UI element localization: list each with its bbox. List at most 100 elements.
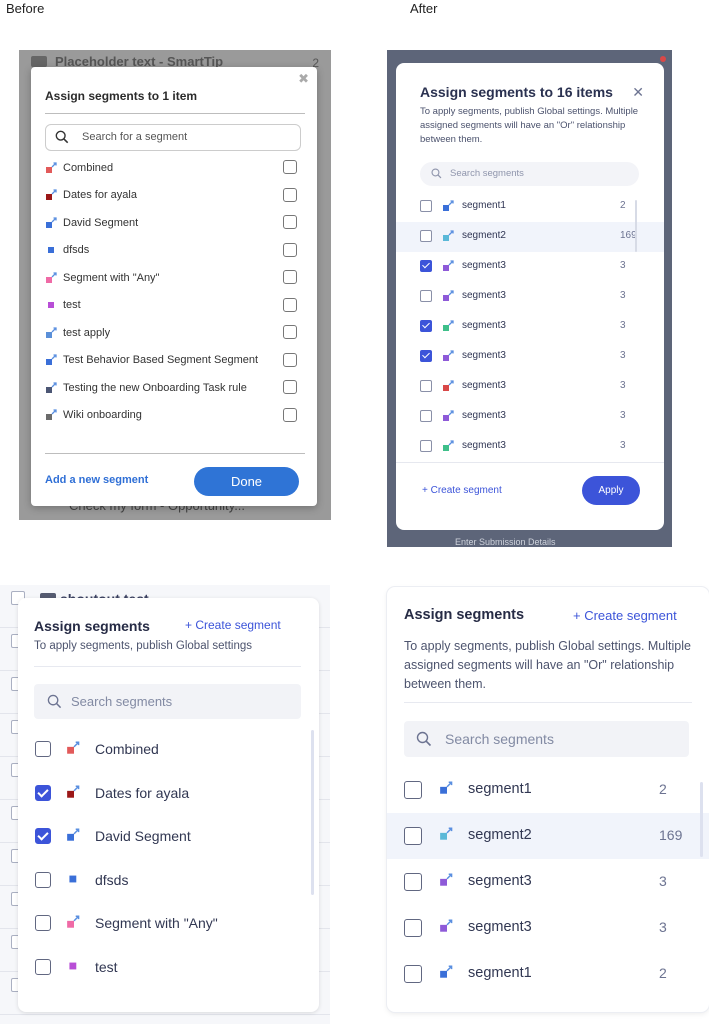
segment-icon — [45, 298, 59, 312]
divider — [396, 462, 664, 463]
scrollbar[interactable] — [635, 200, 637, 252]
search-placeholder: Search segments — [71, 694, 173, 709]
list-item[interactable]: Combined — [18, 728, 319, 772]
create-segment-button[interactable]: + Create segment — [422, 485, 502, 496]
segment-icon — [442, 439, 456, 453]
list-item[interactable]: segment3 3 — [396, 342, 664, 372]
search-input[interactable]: Search segments — [404, 721, 689, 757]
segment-checkbox[interactable] — [283, 270, 297, 284]
segment-checkbox[interactable] — [404, 873, 422, 891]
scrollbar[interactable] — [700, 782, 703, 857]
segment-label: Dates for ayala — [95, 784, 190, 801]
segment-checkbox[interactable] — [283, 215, 297, 229]
list-item[interactable]: Dates for ayala — [45, 182, 297, 210]
segment-count: 3 — [620, 260, 626, 271]
panel-title: Assign segments — [404, 607, 525, 623]
segment-label: segment3 — [462, 350, 506, 361]
segment-checkbox[interactable] — [404, 919, 422, 937]
segment-checkbox[interactable] — [283, 242, 297, 257]
segment-checkbox[interactable] — [420, 260, 432, 272]
close-icon[interactable]: ✕ — [632, 84, 644, 101]
segment-icon — [45, 381, 59, 395]
segment-checkbox[interactable] — [283, 325, 297, 339]
segment-label: test apply — [63, 326, 111, 339]
create-segment-button[interactable]: + Create segment — [185, 618, 281, 632]
segment-checkbox[interactable] — [283, 187, 297, 202]
segment-checkbox[interactable] — [283, 380, 297, 394]
list-item[interactable]: segment2 169 — [396, 222, 664, 252]
list-item[interactable]: test — [18, 946, 319, 990]
segment-checkbox[interactable] — [420, 320, 432, 332]
segment-checkbox[interactable] — [35, 828, 51, 844]
segment-checkbox[interactable] — [35, 915, 51, 931]
list-item[interactable]: segment3 3 — [396, 312, 664, 342]
segment-label: segment3 — [468, 919, 532, 935]
segment-checkbox[interactable] — [404, 827, 422, 845]
list-item[interactable]: David Segment — [18, 815, 319, 859]
search-input[interactable]: Search for a segment — [45, 124, 301, 151]
segment-list: Combined Dates for ayala David Segment dfsd… — [18, 728, 319, 989]
list-item[interactable]: Dates for ayala — [18, 772, 319, 816]
segment-icon — [442, 229, 456, 243]
list-item[interactable]: segment3 3 — [396, 402, 664, 432]
segment-checkbox[interactable] — [420, 350, 432, 362]
segment-checkbox[interactable] — [404, 781, 422, 799]
segment-checkbox[interactable] — [35, 784, 51, 801]
list-item[interactable]: segment3 3 — [396, 252, 664, 282]
segment-checkbox[interactable] — [283, 407, 297, 422]
search-input[interactable]: Search segments — [34, 684, 301, 719]
list-item[interactable]: David Segment — [45, 209, 297, 237]
apply-button[interactable]: Apply — [582, 476, 640, 505]
list-item[interactable]: Wiki onboarding — [45, 402, 297, 430]
segment-icon — [66, 740, 82, 756]
list-item[interactable]: segment3 3 — [387, 859, 709, 905]
segment-checkbox[interactable] — [420, 380, 432, 392]
segment-label: segment3 — [462, 290, 506, 301]
segment-checkbox[interactable] — [35, 741, 51, 757]
segment-icon — [45, 216, 59, 230]
add-segment-link[interactable]: Add a new segment — [45, 474, 148, 486]
list-item[interactable]: Combined — [45, 154, 297, 182]
segment-label: segment1 — [462, 200, 506, 211]
list-item[interactable]: segment3 3 — [387, 905, 709, 951]
done-button[interactable]: Done — [194, 467, 299, 496]
segment-checkbox[interactable] — [35, 871, 51, 888]
segment-list: Combined Dates for ayala David Segment dfsd… — [45, 154, 297, 429]
list-item[interactable]: segment3 3 — [396, 282, 664, 312]
segment-checkbox[interactable] — [404, 965, 422, 983]
segment-checkbox[interactable] — [283, 352, 297, 367]
list-item[interactable]: dfsds — [18, 859, 319, 903]
close-icon[interactable]: ✖ — [298, 71, 309, 87]
segment-checkbox[interactable] — [283, 160, 297, 174]
segment-checkbox[interactable] — [35, 958, 51, 975]
list-item[interactable]: Testing the new Onboarding Task rule — [45, 374, 297, 402]
segment-label: test — [63, 299, 81, 312]
search-input[interactable]: Search segments — [420, 162, 639, 186]
segment-checkbox[interactable] — [420, 200, 432, 212]
segment-count: 3 — [620, 440, 626, 451]
scrollbar[interactable] — [311, 730, 314, 895]
list-item[interactable]: segment2 169 — [387, 813, 709, 859]
list-item[interactable]: Test Behavior Based Segment Segment — [45, 347, 297, 375]
list-item[interactable]: test — [45, 292, 297, 320]
segment-checkbox[interactable] — [420, 440, 432, 452]
segment-checkbox[interactable] — [420, 410, 432, 422]
list-item[interactable]: Segment with "Any" — [45, 264, 297, 292]
list-item[interactable]: Segment with "Any" — [18, 902, 319, 946]
list-item[interactable]: segment3 3 — [396, 372, 664, 402]
list-item[interactable]: segment1 2 — [387, 767, 709, 813]
segment-icon — [442, 259, 456, 273]
segment-checkbox[interactable] — [283, 297, 297, 312]
plus-icon: + — [422, 485, 431, 496]
segment-icon — [45, 188, 59, 202]
segment-checkbox[interactable] — [420, 290, 432, 302]
list-item[interactable]: dfsds — [45, 237, 297, 265]
segment-checkbox[interactable] — [420, 230, 432, 242]
list-item[interactable]: segment1 2 — [387, 951, 709, 997]
list-item[interactable]: test apply — [45, 319, 297, 347]
folder-icon — [31, 56, 47, 67]
create-segment-button[interactable]: + Create segment — [573, 608, 677, 623]
list-item[interactable]: segment1 2 — [396, 192, 664, 222]
list-item[interactable]: segment3 3 — [396, 432, 664, 462]
segment-label: Segment with "Any" — [63, 271, 160, 284]
